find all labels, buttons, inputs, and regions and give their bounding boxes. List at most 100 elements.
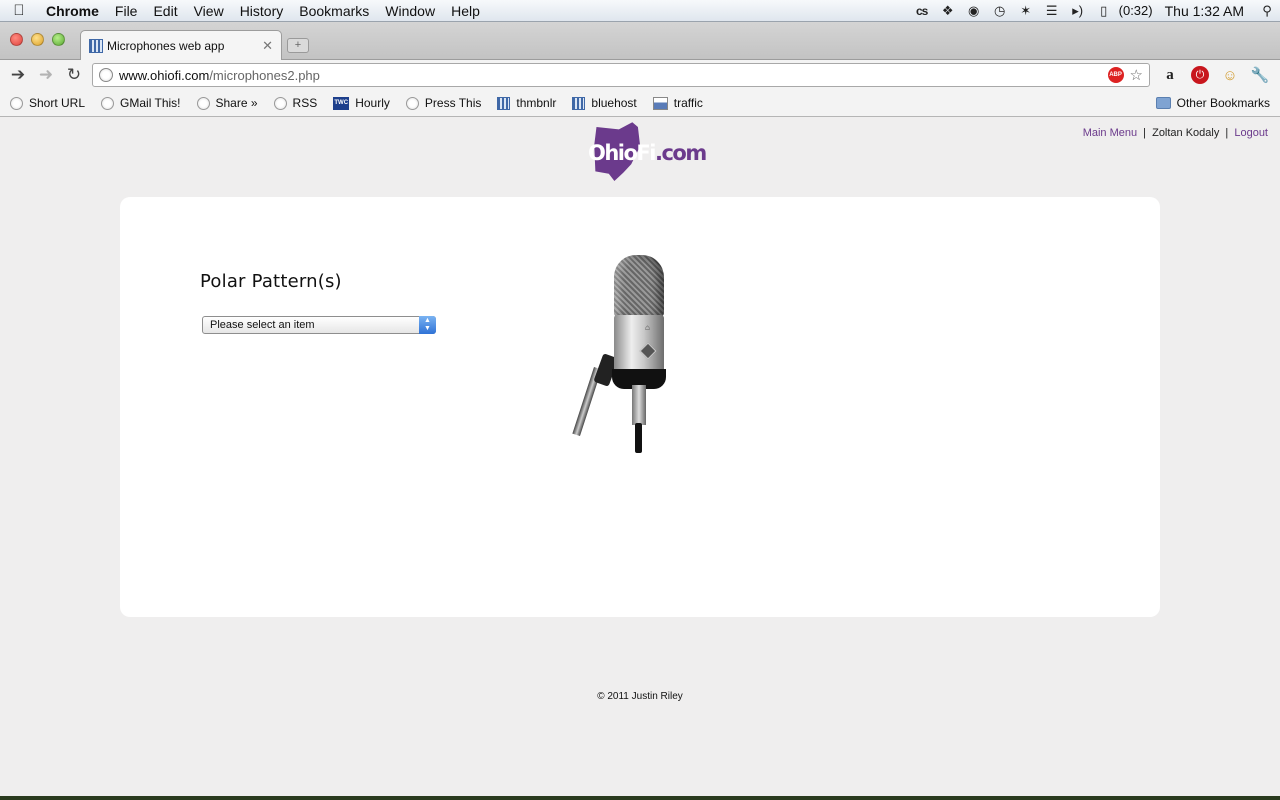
bookmark-traffic[interactable]: traffic: [652, 96, 703, 110]
menu-bookmarks[interactable]: Bookmarks: [291, 3, 377, 19]
tab-title: Microphones web app: [107, 39, 225, 53]
menu-file[interactable]: File: [107, 3, 146, 19]
main-menu-link[interactable]: Main Menu: [1083, 127, 1137, 139]
menu-history[interactable]: History: [232, 3, 292, 19]
ohiofi-logo[interactable]: OhioFi.com: [588, 121, 707, 183]
apple-icon[interactable]: : [0, 2, 38, 19]
reload-icon[interactable]: ↻: [60, 62, 88, 88]
extension-icons: a ⏻ ☺ 🔧: [1158, 63, 1272, 87]
web-page: OhioFi.com Main Menu | Zoltan Kodaly | L…: [0, 117, 1280, 796]
back-arrow-icon[interactable]: ➔: [4, 62, 32, 88]
select-value: Please select an item: [210, 319, 315, 331]
bookmarks-bar: Short URL GMail This! Share » RSS TWC Hou…: [0, 90, 1280, 117]
tab-close-icon[interactable]: ✕: [262, 38, 273, 54]
browser-toolbar: ➔ ➜ ↻ www.ohiofi.com/microphones2.php AB…: [0, 60, 1280, 90]
cs-icon[interactable]: cs: [909, 0, 935, 22]
footer-copyright: © 2011 Justin Riley: [597, 691, 683, 702]
status-area: cs ❖ ◉ ◷ ✶ ☰ ▸) ▯ (0:32) Thu 1:32 AM ⚲: [909, 0, 1280, 22]
amazon-icon[interactable]: a: [1158, 63, 1182, 87]
adblock-icon[interactable]: ABP: [1107, 67, 1124, 83]
forward-arrow-icon[interactable]: ➜: [32, 62, 60, 88]
tab-active[interactable]: Microphones web app ✕: [80, 30, 282, 61]
tab-favicon-icon: [89, 39, 103, 53]
bookmark-label: GMail This!: [120, 96, 181, 110]
bookmark-press-this[interactable]: Press This: [405, 96, 482, 110]
traffic-icon: [652, 96, 668, 110]
minimize-window-button[interactable]: [31, 33, 44, 46]
mic-connector: [632, 385, 646, 425]
bluetooth-icon[interactable]: ✶: [1013, 0, 1039, 22]
bookmark-gmail-this[interactable]: GMail This!: [101, 96, 181, 110]
select-arrows-icon: ▲ ▼: [419, 316, 436, 334]
grid-icon: [497, 96, 511, 110]
bookmark-short-url[interactable]: Short URL: [10, 96, 85, 110]
time-machine-icon[interactable]: ◷: [987, 0, 1013, 22]
mic-cable: [635, 423, 642, 453]
menu-help[interactable]: Help: [443, 3, 488, 19]
content-card: Polar Pattern(s) Please select an item ▲…: [120, 197, 1160, 617]
menu-view[interactable]: View: [186, 3, 232, 19]
desktop-edge: [0, 796, 1280, 800]
bookmark-thmbnlr[interactable]: thmbnlr: [497, 96, 556, 110]
bookmark-label: Press This: [424, 96, 482, 110]
battery-time[interactable]: (0:32): [1117, 3, 1159, 18]
menubar-clock[interactable]: Thu 1:32 AM: [1159, 3, 1254, 19]
other-bookmarks-label: Other Bookmarks: [1176, 96, 1270, 110]
menu-app-chrome[interactable]: Chrome: [38, 3, 107, 19]
menu-edit[interactable]: Edit: [145, 3, 185, 19]
globe-icon: [101, 96, 115, 110]
grid-icon: [572, 96, 586, 110]
logo-text: OhioFi.com: [588, 141, 707, 165]
logout-link[interactable]: Logout: [1234, 127, 1268, 139]
logo-text-com: .com: [654, 141, 707, 165]
zoom-window-button[interactable]: [52, 33, 65, 46]
bookmark-label: RSS: [292, 96, 318, 110]
nav-separator: |: [1225, 127, 1229, 139]
url-host: www.ohiofi.com: [119, 67, 210, 83]
menu-window[interactable]: Window: [377, 3, 443, 19]
volume-icon[interactable]: ▸): [1065, 0, 1091, 22]
mic-body: [614, 315, 664, 373]
wifi-icon[interactable]: ☰: [1039, 0, 1065, 22]
bookmark-label: Share »: [215, 96, 258, 110]
top-nav: Main Menu | Zoltan Kodaly | Logout: [1083, 127, 1268, 139]
wrench-menu-icon[interactable]: 🔧: [1248, 63, 1272, 87]
polar-pattern-label: Polar Pattern(s): [200, 271, 342, 292]
bookmark-bluehost[interactable]: bluehost: [572, 96, 637, 110]
notification-icon[interactable]: ◉: [961, 0, 987, 22]
new-tab-button[interactable]: +: [287, 38, 309, 53]
dropbox-icon[interactable]: ❖: [935, 0, 961, 22]
window-controls: [10, 33, 65, 46]
bookmark-label: thmbnlr: [516, 96, 557, 110]
tab-strip: Microphones web app ✕ +: [0, 22, 1280, 61]
face-extension-icon[interactable]: ☺: [1218, 63, 1242, 87]
bookmark-hourly[interactable]: TWC Hourly: [333, 96, 390, 110]
url-path: /microphones2.php: [209, 67, 320, 83]
bookmark-label: Short URL: [29, 96, 86, 110]
bookmark-rss[interactable]: RSS: [273, 96, 318, 110]
logo-text-ohiofi: OhioFi: [588, 141, 656, 165]
page-info-globe-icon[interactable]: [99, 68, 113, 82]
mac-menubar:  Chrome File Edit View History Bookmark…: [0, 0, 1280, 22]
close-window-button[interactable]: [10, 33, 23, 46]
stop-extension-icon[interactable]: ⏻: [1188, 63, 1212, 87]
microphone-image: ⌂: [572, 255, 700, 455]
polar-pattern-select[interactable]: Please select an item ▲ ▼: [202, 316, 436, 334]
bookmark-star-icon[interactable]: ☆: [1130, 66, 1143, 84]
globe-icon: [10, 96, 23, 110]
mic-grille: [614, 255, 664, 317]
username: Zoltan Kodaly: [1152, 127, 1220, 139]
other-bookmarks[interactable]: Other Bookmarks: [1155, 96, 1270, 110]
nav-separator: |: [1143, 127, 1147, 139]
spotlight-search-icon[interactable]: ⚲: [1254, 0, 1280, 22]
bookmark-share[interactable]: Share »: [196, 96, 258, 110]
bookmark-label: traffic: [673, 96, 703, 110]
mic-logo-icon: ⌂: [645, 323, 650, 332]
battery-icon[interactable]: ▯: [1091, 0, 1117, 22]
bookmark-label: Hourly: [355, 96, 390, 110]
globe-icon: [196, 96, 210, 110]
globe-icon: [405, 96, 419, 110]
folder-icon: [1155, 97, 1171, 109]
address-bar[interactable]: www.ohiofi.com/microphones2.php ABP ☆: [92, 63, 1150, 87]
bookmark-label: bluehost: [591, 96, 637, 110]
